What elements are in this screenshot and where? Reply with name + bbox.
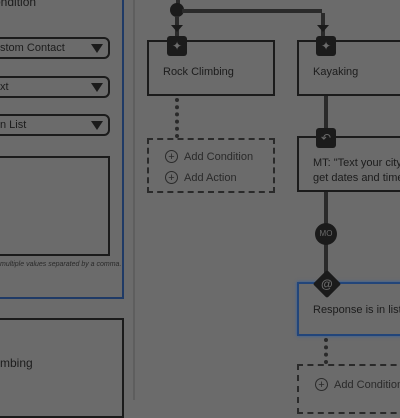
add-condition-label: Add Condition bbox=[184, 151, 254, 163]
message-text: MT: "Text your city to get dates and tim… bbox=[313, 156, 400, 186]
flow-node-message[interactable]: MT: "Text your city to get dates and tim… bbox=[297, 136, 400, 192]
contact-field-select-value: stom Contact bbox=[0, 42, 65, 54]
dotted-connector bbox=[324, 338, 328, 364]
add-condition-link[interactable]: + Add Condition bbox=[315, 378, 400, 391]
add-condition-link[interactable]: + Add Condition bbox=[165, 150, 253, 163]
match-type-select[interactable]: xt bbox=[0, 76, 110, 98]
node-label: Rock Climbing bbox=[163, 66, 234, 78]
add-action-label: Add Action bbox=[184, 172, 237, 184]
values-hint: multiple values separated by a comma. bbox=[0, 261, 122, 268]
add-condition-label: Add Condition bbox=[334, 379, 400, 391]
chevron-down-icon bbox=[317, 25, 329, 32]
condition-label: ondition bbox=[0, 0, 37, 9]
add-action-link[interactable]: + Add Action bbox=[165, 171, 237, 184]
flow-node-kayaking[interactable]: Kayaking bbox=[297, 40, 400, 96]
chevron-down-icon bbox=[91, 44, 103, 53]
chevron-down-icon bbox=[91, 83, 103, 92]
values-textarea[interactable] bbox=[0, 156, 110, 256]
node-label: Response is in list. bbox=[313, 304, 400, 316]
chevron-down-icon bbox=[171, 25, 183, 32]
chevron-down-icon bbox=[91, 121, 103, 130]
add-box bbox=[147, 138, 275, 193]
plus-icon: + bbox=[165, 150, 178, 163]
plus-icon: + bbox=[165, 171, 178, 184]
match-type-select-value: xt bbox=[0, 81, 9, 93]
message-line-1: MT: "Text your city to bbox=[313, 157, 400, 169]
panel-divider bbox=[133, 0, 135, 400]
dotted-connector bbox=[175, 98, 179, 138]
connector bbox=[182, 9, 322, 13]
message-line-2: get dates and times. bbox=[313, 172, 400, 184]
wand-icon: ✦ bbox=[167, 36, 187, 56]
operator-select-value: n List bbox=[0, 119, 27, 131]
plus-icon: + bbox=[315, 378, 328, 391]
lower-panel-label: mbing bbox=[0, 356, 33, 370]
flow-node-response[interactable]: Response is in list. bbox=[297, 282, 400, 336]
wand-icon: ✦ bbox=[316, 36, 336, 56]
reply-icon: ↶ bbox=[316, 128, 336, 148]
node-label: Kayaking bbox=[313, 66, 359, 78]
mo-badge[interactable]: MO bbox=[315, 223, 337, 245]
operator-select[interactable]: n List bbox=[0, 114, 110, 136]
contact-field-select[interactable]: stom Contact bbox=[0, 37, 110, 59]
